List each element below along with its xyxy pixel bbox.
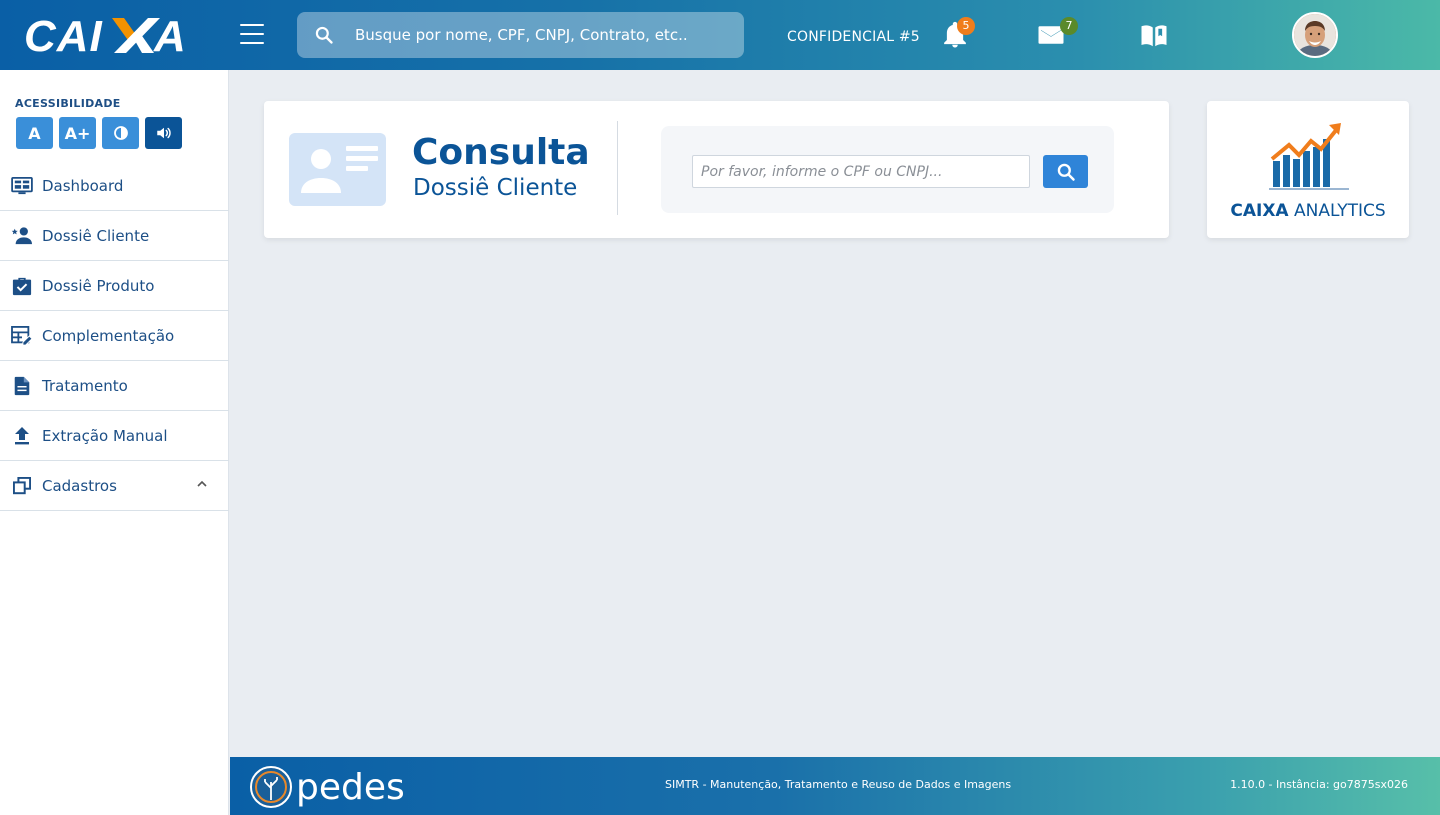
messages-badge: 7 — [1060, 17, 1078, 35]
accessibility-buttons: A A+ — [16, 117, 182, 149]
page-subtitle: Dossiê Cliente — [413, 175, 578, 201]
divider — [617, 121, 618, 215]
sidebar-item-label: Cadastros — [42, 476, 117, 495]
briefcase-check-icon — [12, 277, 32, 295]
messages-button[interactable]: 7 — [1035, 17, 1078, 54]
person-add-icon — [11, 226, 32, 244]
user-photo-icon — [1294, 14, 1336, 56]
top-header: CAI A CONFIDENCIAL #5 5 7 — [0, 0, 1440, 70]
user-avatar[interactable] — [1292, 12, 1338, 58]
search-icon — [1057, 163, 1075, 181]
sidebar-item-cadastros[interactable]: Cadastros — [0, 461, 229, 511]
footer-version: 1.10.0 - Instância: go7875sx026 — [1230, 778, 1408, 791]
analytics-word: ANALYTICS — [1294, 201, 1386, 221]
page-title: Consulta — [412, 132, 590, 173]
chevron-up-icon[interactable] — [197, 480, 207, 488]
hamburger-line — [240, 33, 264, 35]
footer: pedes SIMTR - Manutenção, Tratamento e R… — [230, 757, 1440, 815]
sidebar: ACESSIBILIDADE A A+ Dashboard Dossiê Cli… — [0, 70, 229, 815]
caixa-analytics-card[interactable]: CAIXA ANALYTICS — [1207, 101, 1409, 238]
analytics-label: CAIXA ANALYTICS — [1207, 201, 1409, 221]
pedes-text: pedes — [296, 767, 405, 808]
analytics-brand: CAIXA — [1230, 201, 1289, 221]
audio-button[interactable] — [145, 117, 182, 149]
table-edit-icon — [11, 325, 33, 346]
document-icon — [14, 376, 30, 395]
notifications-button[interactable]: 5 — [940, 17, 975, 54]
notifications-badge: 5 — [957, 17, 975, 35]
sidebar-item-dashboard[interactable]: Dashboard — [0, 161, 229, 211]
sidebar-item-label: Complementação — [42, 326, 175, 345]
dashboard-icon — [11, 176, 33, 194]
analytics-chart-icon — [1269, 123, 1349, 190]
font-increase-button[interactable]: A+ — [59, 117, 96, 149]
hamburger-line — [240, 42, 264, 44]
manual-button[interactable] — [1138, 20, 1170, 54]
copy-icon — [13, 476, 31, 494]
id-card-icon — [289, 133, 386, 206]
confidential-label: CONFIDENCIAL #5 — [787, 29, 920, 45]
hamburger-line — [240, 24, 264, 26]
sidebar-item-dossie-cliente[interactable]: Dossiê Cliente — [0, 211, 229, 261]
accessibility-title: ACESSIBILIDADE — [15, 97, 121, 110]
sidebar-item-label: Extração Manual — [42, 426, 168, 445]
svg-text:CAI: CAI — [24, 13, 103, 57]
volume-icon — [156, 127, 171, 139]
contrast-icon — [113, 126, 128, 140]
cpf-search-panel — [661, 126, 1114, 213]
sidebar-item-complementacao[interactable]: Complementação — [0, 311, 229, 361]
footer-system-name: SIMTR - Manutenção, Tratamento e Reuso d… — [665, 778, 1012, 791]
search-icon[interactable] — [314, 25, 334, 45]
caixa-logo[interactable]: CAI A — [24, 13, 196, 57]
sidebar-item-label: Dashboard — [42, 176, 124, 195]
menu-toggle-button[interactable] — [240, 24, 264, 46]
pedes-logo: pedes — [250, 766, 405, 808]
contrast-button[interactable] — [102, 117, 139, 149]
sidebar-menu: Dashboard Dossiê Cliente Dossiê Produto — [0, 161, 229, 511]
global-search-input[interactable] — [355, 12, 735, 58]
sidebar-item-label: Tratamento — [42, 376, 128, 395]
consulta-card: Consulta Dossiê Cliente — [264, 101, 1169, 238]
sidebar-item-extracao-manual[interactable]: Extração Manual — [0, 411, 229, 461]
upload-icon — [15, 426, 29, 444]
book-open-icon — [1141, 25, 1167, 47]
sidebar-item-dossie-produto[interactable]: Dossiê Produto — [0, 261, 229, 311]
cpf-cnpj-input[interactable] — [692, 155, 1030, 188]
sidebar-item-label: Dossiê Cliente — [42, 226, 150, 245]
cpf-search-button[interactable] — [1043, 155, 1088, 188]
sidebar-item-tratamento[interactable]: Tratamento — [0, 361, 229, 411]
sidebar-item-label: Dossiê Produto — [42, 276, 155, 295]
svg-text:A: A — [153, 13, 186, 57]
font-normal-button[interactable]: A — [16, 117, 53, 149]
global-search — [297, 12, 744, 58]
